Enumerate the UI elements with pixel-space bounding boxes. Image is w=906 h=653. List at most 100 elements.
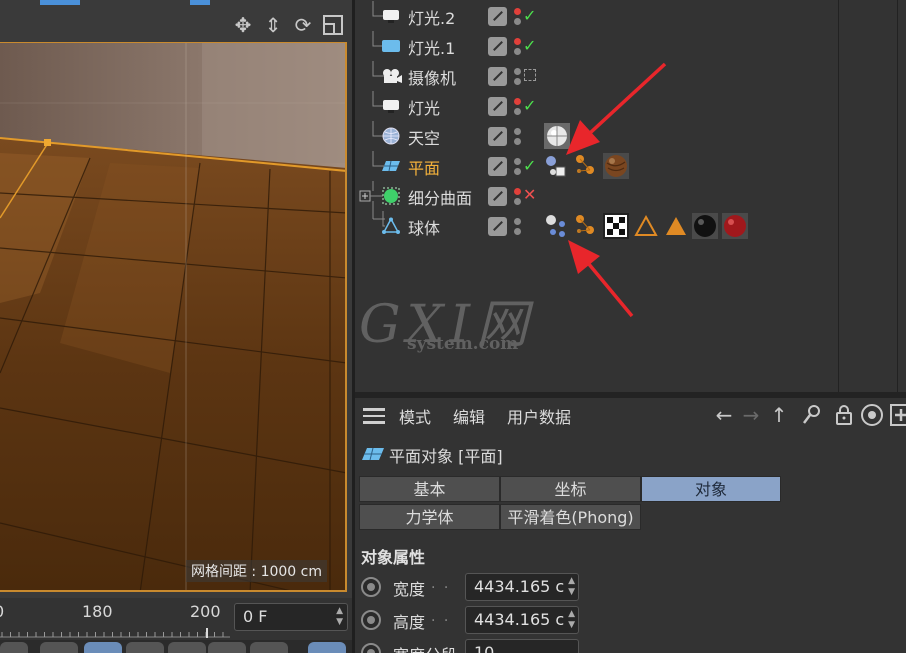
search-icon[interactable] <box>801 401 823 429</box>
rotate-icon[interactable]: ⟳ <box>290 12 316 38</box>
timeline-ruler[interactable] <box>0 628 230 638</box>
render-visibility-dot[interactable] <box>514 198 521 205</box>
disabled-cross-icon[interactable]: ✕ <box>523 185 536 204</box>
object-row-light-2[interactable]: 灯光.2 ✓ <box>355 1 906 31</box>
tab-dynamics-body[interactable]: 力学体 <box>359 504 500 530</box>
object-name: 灯光.1 <box>408 39 456 58</box>
object-row-sphere[interactable]: 球体 <box>355 211 906 241</box>
render-visibility-dot[interactable] <box>514 18 521 25</box>
target-icon[interactable] <box>859 401 885 429</box>
tab-phong[interactable]: 平滑着色(Phong) <box>500 504 641 530</box>
back-arrow-icon[interactable]: ← <box>709 401 739 429</box>
editor-visibility-dot[interactable] <box>514 218 521 225</box>
lock-icon[interactable] <box>833 401 855 429</box>
menu-edit[interactable]: 编辑 <box>453 404 485 428</box>
layer-button[interactable] <box>488 97 507 116</box>
texture-tag-icon[interactable] <box>572 213 598 239</box>
render-visibility-dot[interactable] <box>514 108 521 115</box>
editor-visibility-dot[interactable] <box>514 128 521 135</box>
enabled-check-icon[interactable]: ✓ <box>523 96 536 115</box>
object-name: 灯光.2 <box>408 9 456 28</box>
menu-user-data[interactable]: 用户数据 <box>507 404 571 428</box>
wood-material-icon[interactable] <box>603 153 629 179</box>
object-row-camera[interactable]: 摄像机 <box>355 61 906 91</box>
keyframe-radio[interactable] <box>361 643 381 653</box>
render-visibility-dot[interactable] <box>514 78 521 85</box>
layer-button[interactable] <box>488 217 507 236</box>
menu-mode[interactable]: 模式 <box>399 404 431 428</box>
spinner-icon[interactable]: ▲ ▼ <box>568 609 575 631</box>
move-vertical-icon[interactable]: ⇕ <box>260 12 286 38</box>
object-name: 细分曲面 <box>408 189 473 208</box>
render-visibility-dot[interactable] <box>514 138 521 145</box>
render-visibility-dot[interactable] <box>514 48 521 55</box>
viewport-panel[interactable]: ✥ ⇕ ⟳ 网格间距: 1000 cm <box>0 0 352 600</box>
render-visibility-dot[interactable] <box>514 228 521 235</box>
enabled-bracket-icon[interactable] <box>524 69 536 81</box>
object-row-light[interactable]: 灯光 ✓ <box>355 91 906 121</box>
prop-row-width: 宽度 . . 4434.165 c ▲ ▼ <box>355 572 906 602</box>
editor-visibility-dot[interactable] <box>514 98 521 105</box>
render-visibility-dot[interactable] <box>514 168 521 175</box>
enabled-check-icon[interactable]: ✓ <box>523 156 536 175</box>
current-frame-field[interactable]: 0 F ▲ ▼ <box>234 603 348 631</box>
tab-object[interactable]: 对象 <box>641 476 781 502</box>
uvw-tag-icon[interactable] <box>544 153 570 179</box>
hamburger-menu-icon[interactable] <box>363 408 385 424</box>
layer-button[interactable] <box>488 67 507 86</box>
object-row-light-1[interactable]: 灯光.1 ✓ <box>355 31 906 61</box>
editor-visibility-dot[interactable] <box>514 8 521 15</box>
timeline-tick-label: 180 <box>82 602 113 621</box>
red-material-icon[interactable] <box>722 213 748 239</box>
maximize-icon[interactable] <box>320 12 346 38</box>
timeline-toolbar <box>0 640 352 653</box>
up-arrow-icon[interactable]: ↑ <box>767 401 791 429</box>
move-icon[interactable]: ✥ <box>230 12 256 38</box>
editor-visibility-dot[interactable] <box>514 158 521 165</box>
keyframe-radio[interactable] <box>361 577 381 597</box>
toolbar-button[interactable] <box>40 642 78 653</box>
viewport-canvas[interactable]: 网格间距 : 1000 cm <box>0 42 347 592</box>
toolbar-button[interactable] <box>308 642 346 653</box>
toolbar-button[interactable] <box>84 642 122 653</box>
layer-button[interactable] <box>488 37 507 56</box>
layer-button[interactable] <box>488 7 507 26</box>
black-material-icon[interactable] <box>692 213 718 239</box>
editor-visibility-dot[interactable] <box>514 38 521 45</box>
width-segments-field[interactable]: 10 <box>465 639 579 653</box>
width-field[interactable]: 4434.165 c ▲ ▼ <box>465 573 579 601</box>
spinner-icon[interactable]: ▲ ▼ <box>336 606 343 628</box>
grid-spacing-readout: 网格间距 : 1000 cm <box>185 560 327 582</box>
forward-arrow-icon[interactable]: → <box>737 401 765 429</box>
keyframe-radio[interactable] <box>361 610 381 630</box>
triangle-filled-tag-icon[interactable] <box>663 213 689 239</box>
toolbar-button[interactable] <box>126 642 164 653</box>
tab-coordinates[interactable]: 坐标 <box>500 476 641 502</box>
sky-material-tag-icon[interactable] <box>544 123 570 149</box>
object-row-plane[interactable]: 平面 ✓ <box>355 151 906 181</box>
layer-button[interactable] <box>488 127 507 146</box>
triangle-outline-tag-icon[interactable] <box>633 213 659 239</box>
material-group-tag-icon[interactable] <box>544 213 570 239</box>
toolbar-button[interactable] <box>208 642 246 653</box>
viewport-tab-indicator <box>190 0 210 5</box>
layer-button[interactable] <box>488 187 507 206</box>
editor-visibility-dot[interactable] <box>514 188 521 195</box>
toolbar-button[interactable] <box>250 642 288 653</box>
object-row-sky[interactable]: 天空 <box>355 121 906 151</box>
spinner-icon[interactable]: ▲ ▼ <box>568 576 575 598</box>
tab-basic[interactable]: 基本 <box>359 476 500 502</box>
object-row-subdivision-surface[interactable]: 细分曲面 ✕ <box>355 181 906 211</box>
enabled-check-icon[interactable]: ✓ <box>523 6 536 25</box>
editor-visibility-dot[interactable] <box>514 68 521 75</box>
enabled-check-icon[interactable]: ✓ <box>523 36 536 55</box>
height-value: 4434.165 c <box>474 610 565 629</box>
layer-button[interactable] <box>488 157 507 176</box>
add-icon[interactable] <box>889 401 906 429</box>
height-field[interactable]: 4434.165 c ▲ ▼ <box>465 606 579 634</box>
toolbar-button[interactable] <box>168 642 206 653</box>
texture-tag-icon[interactable] <box>572 153 598 179</box>
sky-icon <box>381 127 401 145</box>
checker-material-icon[interactable] <box>603 213 629 239</box>
toolbar-button[interactable] <box>0 642 28 653</box>
